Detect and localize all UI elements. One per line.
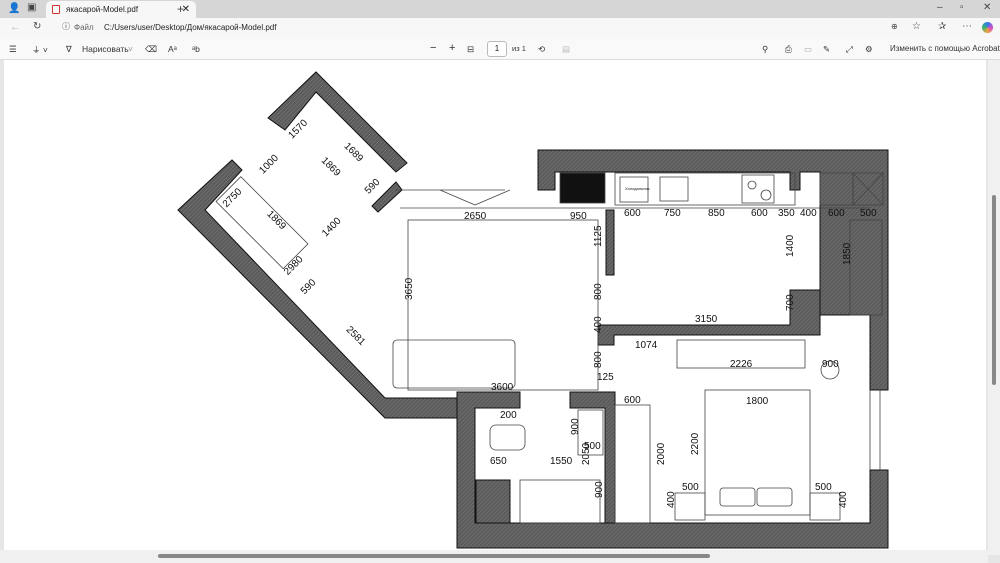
- dimension-label: 400: [838, 491, 849, 508]
- dimension-label: 600: [828, 208, 845, 219]
- dimension-label: 2200: [690, 432, 701, 455]
- dimension-label: 3150: [695, 314, 718, 325]
- dimension-label: 500: [815, 482, 832, 493]
- dimension-label: 2000: [656, 442, 667, 465]
- dimension-label: 750: [664, 208, 681, 219]
- dimension-label: 2581: [344, 324, 368, 348]
- dimension-label: 1074: [635, 340, 658, 351]
- dimension-label: 900: [822, 359, 839, 370]
- dimension-label: 1689: [342, 141, 366, 165]
- dimension-label: 700: [785, 294, 796, 311]
- dimension-label: 200: [500, 410, 517, 421]
- dimension-label: 1125: [593, 225, 604, 247]
- dimension-label: 600: [751, 208, 768, 219]
- dimension-label: 600: [624, 395, 641, 406]
- dimension-label: 1550: [550, 456, 573, 467]
- dimension-label: 3600: [491, 382, 514, 393]
- dimension-label: 1869: [319, 155, 343, 179]
- dimension-label: 590: [299, 277, 319, 297]
- dimension-label: 1800: [746, 396, 769, 407]
- dimension-label: 600: [624, 208, 641, 219]
- dimension-label: 400: [666, 491, 677, 508]
- shaft: [559, 172, 606, 204]
- dimension-label: 1400: [320, 215, 344, 239]
- sink: [659, 176, 689, 202]
- dimension-label: 650: [490, 456, 507, 467]
- dimension-label: 800: [593, 351, 604, 368]
- dimension-label: 2980: [282, 254, 306, 278]
- dimension-label: 590: [363, 177, 383, 197]
- dimension-label: 800: [593, 283, 604, 300]
- walls: [177, 71, 889, 549]
- dimension-label: 500: [860, 208, 877, 219]
- vertical-scroll-thumb[interactable]: [992, 195, 996, 385]
- dimension-label: 1850: [842, 242, 853, 265]
- dimension-label: 900: [594, 481, 605, 498]
- fridge-label: Холодильник: [625, 186, 650, 191]
- shower: [519, 479, 601, 524]
- nightstand-left: [674, 492, 706, 521]
- closet: [614, 404, 651, 524]
- dimension-label: 3650: [404, 277, 415, 300]
- toilet: [489, 424, 526, 451]
- dimension-label: 2226: [730, 359, 753, 370]
- nightstand-right: [809, 492, 841, 521]
- dimension-label: 500: [682, 482, 699, 493]
- dimension-label: 1400: [785, 234, 796, 257]
- dimension-label: 1869: [264, 209, 288, 233]
- dimension-label: 850: [708, 208, 725, 219]
- floor-plan: Холодильник 1570 1689 1869 590 1000 1869…: [177, 71, 889, 549]
- dimension-label: 400: [800, 208, 817, 219]
- bed: [704, 389, 811, 516]
- dimension-label: 125: [597, 372, 614, 383]
- horizontal-scroll-thumb[interactable]: [158, 554, 710, 558]
- rug: [407, 219, 599, 391]
- dimension-label: 400: [593, 316, 604, 333]
- dimension-label: 900: [570, 418, 581, 435]
- dimension-label: 2650: [464, 211, 487, 222]
- dimension-label: 1000: [257, 152, 281, 176]
- dimension-label: 350: [778, 208, 795, 219]
- sofa: [392, 339, 516, 389]
- dimension-label: 2050: [581, 442, 592, 465]
- dimension-label: 950: [570, 211, 587, 222]
